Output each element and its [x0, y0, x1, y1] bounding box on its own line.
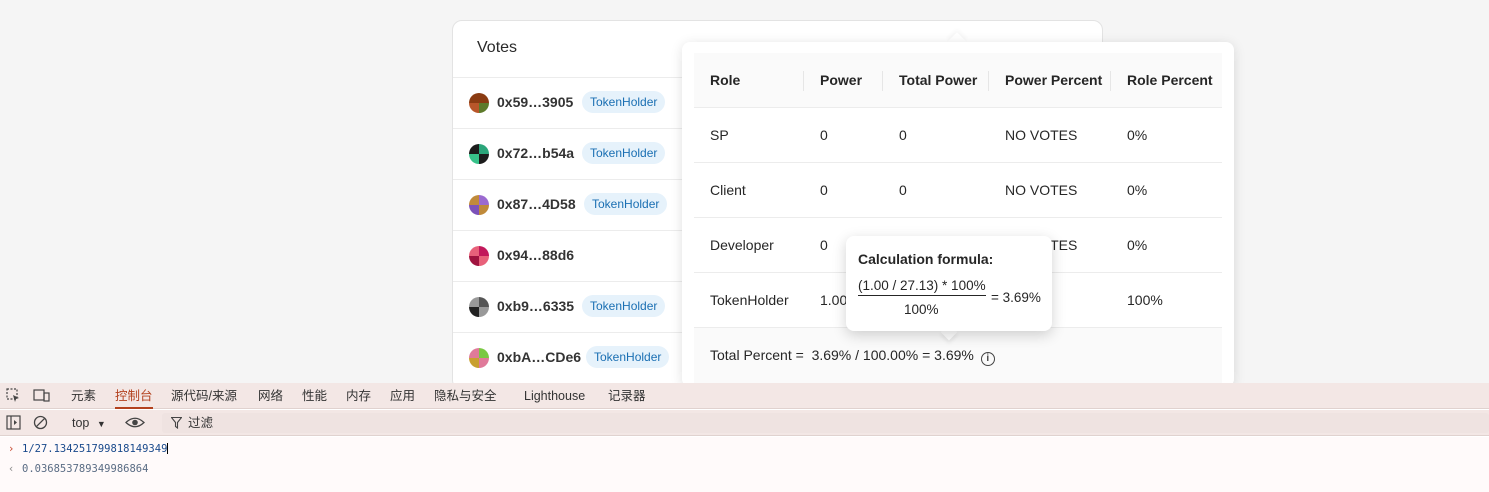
table-row: Client 0 0 NO VOTES 0% — [694, 163, 1222, 218]
voter-address[interactable]: 0x94…88d6 — [497, 247, 574, 263]
devtools-tab-bar: 元素 控制台 源代码/来源 网络 性能 内存 应用 隐私与安全 Lighthou… — [0, 383, 1489, 409]
cell-role: Developer — [710, 237, 774, 253]
total-formula: 3.69% / 100.00% = 3.69% — [811, 347, 974, 363]
voter-address[interactable]: 0x87…4D58 — [497, 196, 576, 212]
column-separator — [1110, 71, 1111, 91]
clear-console-icon[interactable] — [33, 415, 48, 433]
console-input-text: 1/27.134251799818149349 — [22, 443, 168, 455]
formula-tooltip: Calculation formula: (1.00 / 27.13) * 10… — [846, 236, 1052, 331]
column-separator — [882, 71, 883, 91]
console-input-line[interactable]: › 1/27.134251799818149349 — [8, 443, 169, 455]
cell-role: TokenHolder — [710, 292, 789, 308]
cell-total-power: 0 — [899, 182, 907, 198]
formula-numerator: (1.00 / 27.13) * 100% — [858, 278, 986, 296]
cell-power: 0 — [820, 237, 828, 253]
table-header: Role Power Total Power Power Percent Rol… — [694, 53, 1222, 108]
prompt-chevron-icon: › — [8, 443, 15, 455]
filter-input[interactable]: 过滤 — [162, 413, 1489, 433]
tab-privacy-security[interactable]: 隐私与安全 — [434, 383, 497, 409]
role-power-popover: Role Power Total Power Power Percent Rol… — [682, 42, 1234, 387]
table-footer: Total Percent = 3.69% / 100.00% = 3.69% … — [694, 328, 1222, 383]
device-toolbar-icon[interactable] — [33, 388, 50, 406]
console-result-line: ‹ 0.036853789349986864 — [8, 463, 148, 475]
header-power: Power — [820, 72, 863, 88]
console-output-area[interactable]: › 1/27.134251799818149349 ‹ 0.036853789349… — [0, 437, 1489, 492]
header-power-percent: Power Percent — [1005, 72, 1103, 88]
tab-network[interactable]: 网络 — [258, 383, 283, 409]
cell-role-percent: 0% — [1127, 127, 1148, 143]
result-arrow-icon: ‹ — [8, 463, 15, 475]
header-role: Role — [710, 72, 741, 88]
voter-address[interactable]: 0xbA…CDe6 — [497, 349, 581, 365]
cell-power-percent: NO VOTES — [1005, 127, 1078, 143]
tab-lighthouse[interactable]: Lighthouse — [524, 383, 585, 409]
voter-address[interactable]: 0xb9…6335 — [497, 298, 574, 314]
role-badge: TokenHolder — [584, 193, 668, 215]
column-separator — [988, 71, 989, 91]
voter-address[interactable]: 0x59…3905 — [497, 94, 573, 110]
context-value: top — [72, 416, 90, 430]
console-toolbar: top ▼ 过滤 — [0, 410, 1489, 436]
context-selector[interactable]: top ▼ — [72, 410, 106, 436]
formula-denominator: 100% — [904, 302, 939, 317]
cell-total-power: 0 — [899, 127, 907, 143]
filter-icon — [170, 416, 183, 434]
column-separator — [803, 71, 804, 91]
console-result-text: 0.036853789349986864 — [22, 463, 149, 475]
cell-power-percent: NO VOTES — [1005, 182, 1078, 198]
filter-label: 过滤 — [188, 416, 214, 430]
tab-recorder[interactable]: 记录器 — [608, 383, 646, 409]
header-total-power: Total Power — [899, 72, 978, 88]
cell-power: 0 — [820, 127, 828, 143]
cell-role-percent: 100% — [1127, 292, 1163, 308]
tooltip-title: Calculation formula: — [858, 251, 994, 267]
sidebar-toggle-icon[interactable] — [6, 415, 21, 433]
info-icon[interactable]: i — [980, 352, 995, 366]
cell-role-percent: 0% — [1127, 237, 1148, 253]
formula-result: = 3.69% — [991, 290, 1041, 305]
avatar — [469, 246, 489, 266]
total-label: Total Percent = — [710, 347, 804, 363]
role-badge: TokenHolder — [582, 142, 666, 164]
cell-role-percent: 0% — [1127, 182, 1148, 198]
devtools-panel: 元素 控制台 源代码/来源 网络 性能 内存 应用 隐私与安全 Lighthou… — [0, 383, 1489, 492]
tab-console[interactable]: 控制台 — [115, 383, 153, 409]
voter-address[interactable]: 0x72…b54a — [497, 145, 574, 161]
avatar — [469, 144, 489, 164]
tab-elements[interactable]: 元素 — [71, 383, 96, 409]
avatar — [469, 348, 489, 368]
table-row: SP 0 0 NO VOTES 0% — [694, 108, 1222, 163]
text-caret — [167, 443, 169, 454]
header-role-percent: Role Percent — [1127, 72, 1213, 88]
tab-memory[interactable]: 内存 — [346, 383, 371, 409]
role-badge: TokenHolder — [582, 295, 666, 317]
role-power-table: Role Power Total Power Power Percent Rol… — [694, 53, 1222, 383]
votes-title: Votes — [477, 39, 518, 56]
tab-sources[interactable]: 源代码/来源 — [171, 383, 237, 409]
chevron-down-icon: ▼ — [96, 419, 106, 429]
eye-icon[interactable] — [125, 415, 145, 433]
cell-role: Client — [710, 182, 746, 198]
avatar — [469, 297, 489, 317]
tab-performance[interactable]: 性能 — [302, 383, 327, 409]
role-badge: TokenHolder — [586, 346, 670, 368]
inspect-element-icon[interactable] — [6, 388, 21, 406]
avatar — [469, 195, 489, 215]
cell-role: SP — [710, 127, 729, 143]
tab-application[interactable]: 应用 — [390, 383, 415, 409]
cell-power: 0 — [820, 182, 828, 198]
cell-power: 1.00 — [820, 292, 848, 308]
avatar — [469, 93, 489, 113]
role-badge: TokenHolder — [582, 91, 666, 113]
